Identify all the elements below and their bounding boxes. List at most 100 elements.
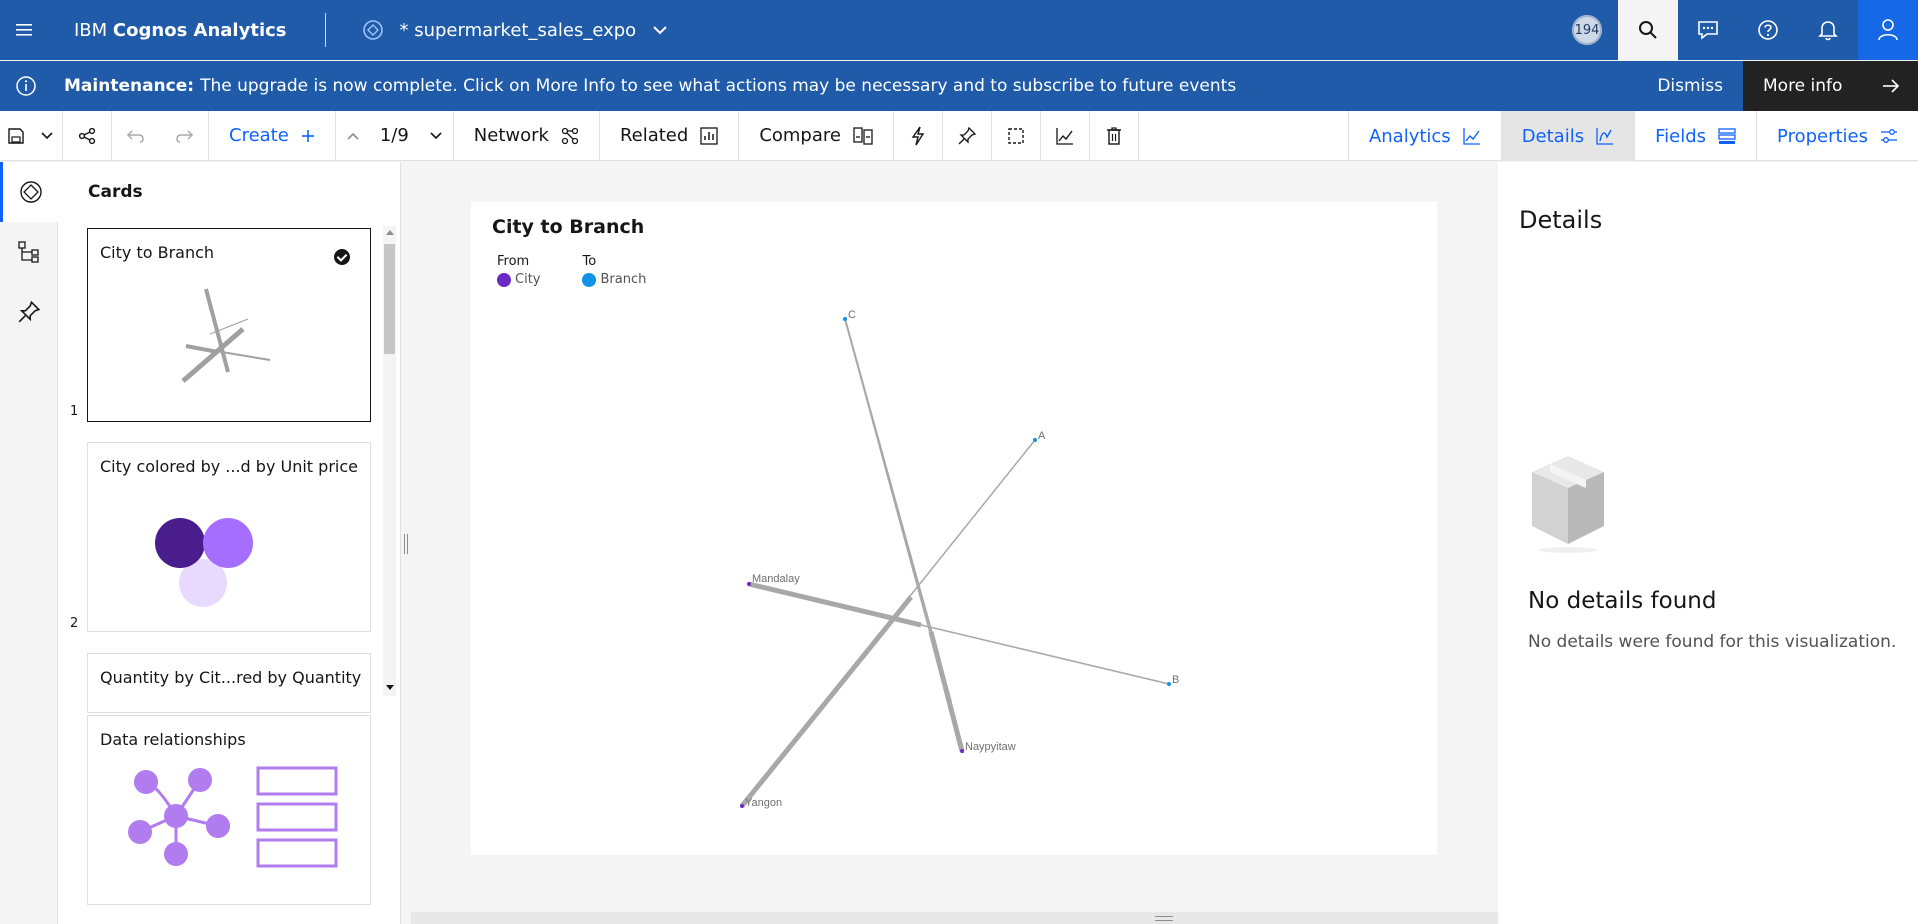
undo-button[interactable] bbox=[112, 111, 160, 161]
redo-button[interactable] bbox=[160, 111, 208, 161]
dismiss-button[interactable]: Dismiss bbox=[1637, 61, 1743, 111]
rail-pins-button[interactable] bbox=[0, 282, 58, 342]
previous-card-button[interactable] bbox=[336, 111, 370, 161]
user-icon bbox=[1878, 19, 1898, 41]
hamburger-menu-icon[interactable] bbox=[0, 0, 50, 60]
help-button[interactable] bbox=[1738, 0, 1798, 60]
edge-segment bbox=[928, 631, 965, 752]
details-title: Details bbox=[1519, 206, 1603, 234]
node-label: B bbox=[1172, 674, 1179, 686]
scroll-up-icon[interactable] bbox=[386, 230, 394, 235]
scrollbar-thumb[interactable] bbox=[384, 244, 395, 354]
share-button[interactable] bbox=[63, 111, 111, 161]
chat-button[interactable] bbox=[1678, 0, 1738, 60]
details-label: Details bbox=[1521, 125, 1585, 147]
bubble-thumbnail bbox=[155, 518, 253, 607]
scroll-down-icon[interactable] bbox=[386, 685, 394, 690]
banner-message: The upgrade is now complete. Click on Mo… bbox=[200, 76, 1237, 96]
chat-icon bbox=[1698, 21, 1718, 40]
product-brand[interactable]: IBM Cognos Analytics bbox=[74, 20, 287, 41]
node-mandalay[interactable]: Mandalay bbox=[747, 573, 800, 586]
analytics-tab[interactable]: Analytics bbox=[1347, 111, 1501, 161]
rail-cards-button[interactable] bbox=[0, 162, 58, 222]
network-button[interactable]: Network bbox=[454, 111, 599, 161]
save-menu-button[interactable] bbox=[32, 111, 62, 161]
delete-button[interactable] bbox=[1090, 111, 1138, 161]
pin-button[interactable] bbox=[943, 111, 991, 161]
related-button[interactable]: Related bbox=[600, 111, 738, 161]
maintenance-banner: Maintenance: The upgrade is now complete… bbox=[0, 61, 1918, 111]
trend-chart-icon bbox=[1056, 127, 1073, 145]
properties-tab[interactable]: Properties bbox=[1756, 111, 1918, 161]
panel-resize-handle[interactable] bbox=[404, 534, 408, 554]
document-switcher[interactable]: * supermarket_sales_expo bbox=[362, 19, 669, 41]
card-title: Quantity by Cit...red by Quantity bbox=[100, 668, 362, 687]
arrow-right-icon bbox=[1883, 79, 1900, 93]
related-chart-icon bbox=[700, 126, 718, 145]
create-button[interactable]: Create bbox=[209, 111, 335, 161]
network-label: Network bbox=[473, 125, 549, 146]
next-card-button[interactable] bbox=[419, 111, 453, 161]
search-button[interactable] bbox=[1618, 0, 1678, 60]
user-profile-button[interactable] bbox=[1858, 0, 1918, 60]
edge-segment bbox=[748, 581, 922, 628]
node-yangon[interactable]: Yangon bbox=[740, 797, 782, 809]
cards-scrollbar[interactable] bbox=[383, 226, 396, 696]
visualization-canvas: City to Branch From City To Branch C A M… bbox=[411, 162, 1498, 912]
chevron-down-icon bbox=[41, 131, 53, 139]
card-item[interactable]: Quantity by Cit...red by Quantity bbox=[87, 653, 371, 713]
node-b[interactable]: B bbox=[1167, 674, 1179, 686]
marquee-select-icon bbox=[1008, 127, 1024, 144]
empty-box-icon bbox=[1532, 456, 1604, 553]
notifications-button[interactable] bbox=[1798, 0, 1858, 60]
data-relationships-thumbnail bbox=[128, 766, 338, 868]
card-item[interactable]: City colored by ...d by Unit price bbox=[87, 442, 371, 632]
analytics-label: Analytics bbox=[1368, 125, 1451, 147]
hierarchy-icon bbox=[18, 241, 39, 263]
redo-icon bbox=[176, 129, 193, 143]
divider bbox=[324, 13, 326, 47]
card-pager: 1/9 bbox=[379, 125, 409, 146]
more-info-button[interactable]: More info bbox=[1743, 61, 1918, 111]
insights-button[interactable] bbox=[894, 111, 942, 161]
bottom-resize-handle[interactable] bbox=[1155, 916, 1173, 921]
undo-icon bbox=[127, 129, 144, 143]
trash-icon bbox=[1106, 126, 1121, 145]
save-button[interactable] bbox=[0, 111, 32, 161]
compare-icon bbox=[853, 126, 873, 145]
card-number: 1 bbox=[70, 404, 79, 419]
card-item[interactable]: City to Branch bbox=[87, 228, 371, 422]
details-tab[interactable]: Details bbox=[1500, 111, 1635, 161]
network-icon bbox=[561, 127, 579, 144]
notification-count-badge[interactable]: 194 bbox=[1572, 15, 1602, 45]
node-c[interactable]: C bbox=[843, 309, 856, 321]
sliders-icon bbox=[1881, 129, 1897, 143]
select-button[interactable] bbox=[992, 111, 1040, 161]
more-info-label: More info bbox=[1763, 76, 1843, 96]
empty-state-title: No details found bbox=[1528, 588, 1717, 614]
fields-label: Fields bbox=[1655, 125, 1707, 147]
chevron-down-icon[interactable] bbox=[652, 25, 668, 35]
node-naypyitaw[interactable]: Naypyitaw bbox=[960, 741, 1016, 753]
network-graph: C A Mandalay B Naypyitaw Yangon bbox=[740, 309, 1179, 809]
cards-panel-title: Cards bbox=[88, 182, 143, 202]
help-icon bbox=[1758, 20, 1778, 40]
create-label: Create bbox=[229, 125, 289, 146]
compare-button[interactable]: Compare bbox=[739, 111, 893, 161]
properties-label: Properties bbox=[1777, 125, 1868, 147]
network-visualization[interactable]: City to Branch From City To Branch C A M… bbox=[471, 202, 1437, 855]
forecast-button[interactable] bbox=[1041, 111, 1089, 161]
card-item[interactable]: Data relationships bbox=[87, 715, 371, 905]
canvas-scrollbar[interactable] bbox=[411, 912, 1498, 924]
share-icon bbox=[78, 127, 96, 144]
bell-icon bbox=[1818, 21, 1838, 41]
rail-hierarchy-button[interactable] bbox=[0, 222, 58, 282]
fields-tab[interactable]: Fields bbox=[1634, 111, 1756, 161]
node-a[interactable]: A bbox=[1033, 430, 1046, 442]
left-rail bbox=[0, 162, 58, 924]
cards-icon bbox=[19, 181, 42, 203]
dashboard-icon bbox=[362, 20, 383, 40]
search-icon bbox=[1639, 21, 1657, 39]
edge-segment bbox=[740, 595, 913, 808]
plus-icon bbox=[301, 129, 314, 142]
